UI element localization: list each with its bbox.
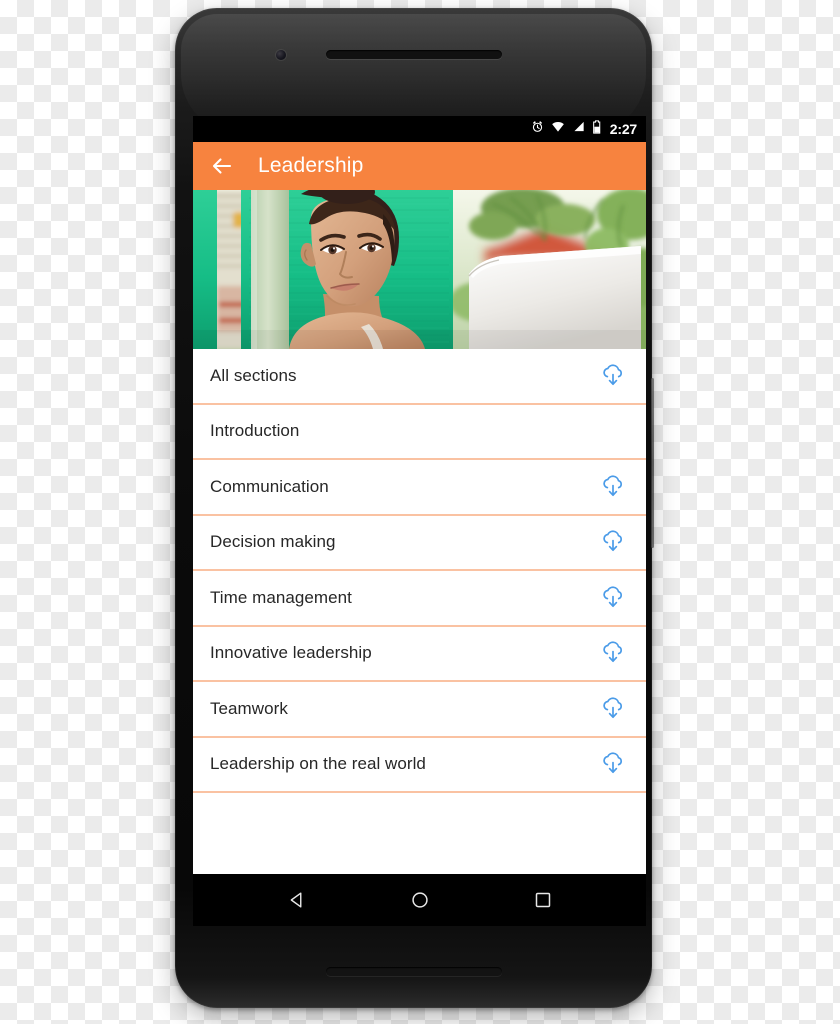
list-item[interactable]: All sections (193, 349, 646, 405)
status-bar-clock: 2:27 (609, 121, 637, 137)
list-item-label: Communication (210, 476, 329, 496)
android-nav-bar (193, 874, 646, 926)
cloud-download-icon[interactable] (596, 359, 630, 393)
cloud-download-icon[interactable] (596, 636, 630, 670)
battery-icon (592, 119, 602, 139)
hero-illustration (193, 190, 646, 349)
phone-device: 2:27 Leadership All sections Introductio… (175, 8, 654, 1008)
nav-home-key[interactable] (399, 879, 441, 921)
list-item[interactable]: Leadership on the real world (193, 737, 646, 793)
list-item[interactable]: Innovative leadership (193, 626, 646, 682)
list-item[interactable]: Time management (193, 571, 646, 627)
list-item-label: Decision making (210, 532, 336, 552)
cloud-download-icon[interactable] (596, 692, 630, 726)
status-bar: 2:27 (193, 116, 646, 142)
cloud-download-icon[interactable] (596, 470, 630, 504)
list-item-label: Time management (210, 587, 352, 607)
earpiece-speaker (325, 50, 502, 59)
page-title: Leadership (258, 154, 364, 177)
bottom-speaker (325, 967, 502, 976)
list-empty-area (193, 793, 646, 874)
hero-image (193, 190, 646, 349)
list-item-label: Innovative leadership (210, 643, 372, 663)
list-item[interactable]: Communication (193, 460, 646, 516)
app-bar: Leadership (193, 142, 646, 190)
section-list: All sections Introduction Communication … (193, 349, 646, 874)
cloud-download-icon[interactable] (596, 747, 630, 781)
nav-recents-key[interactable] (522, 879, 564, 921)
phone-screen: 2:27 Leadership All sections Introductio… (193, 116, 646, 874)
circle-icon (411, 892, 428, 908)
cloud-download-icon[interactable] (596, 581, 630, 615)
cell-signal-icon (572, 120, 585, 138)
square-icon (535, 892, 550, 908)
list-item-label: All sections (210, 365, 297, 385)
list-item[interactable]: Introduction (193, 404, 646, 460)
power-button[interactable] (651, 378, 654, 548)
list-item[interactable]: Teamwork (193, 682, 646, 738)
list-item-label: Leadership on the real world (210, 754, 426, 774)
nav-back-key[interactable] (276, 879, 318, 921)
list-item-label: Introduction (210, 421, 300, 441)
cloud-download-icon[interactable] (596, 525, 630, 559)
triangle-left-icon (290, 892, 301, 908)
back-arrow-icon[interactable] (207, 151, 237, 181)
alarm-icon (531, 120, 544, 138)
wifi-icon (551, 120, 565, 138)
list-item[interactable]: Decision making (193, 515, 646, 571)
list-item-label: Teamwork (210, 698, 288, 718)
front-camera-icon (276, 50, 286, 60)
